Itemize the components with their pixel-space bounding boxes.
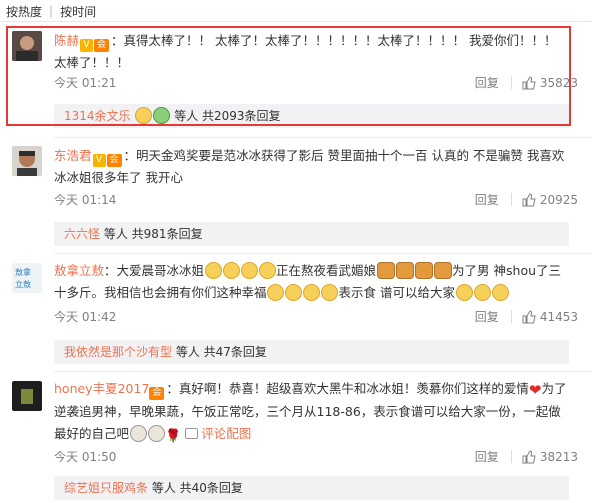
verified-badge-icon: V [92, 154, 106, 167]
avatar-image-icon [12, 146, 42, 176]
avatar[interactable] [12, 381, 42, 411]
emoji-icon [303, 284, 321, 301]
like-count: 41453 [539, 309, 578, 324]
svg-text:立敖: 立敖 [15, 279, 31, 289]
heart-icon: ❤ [528, 381, 542, 399]
comment-actions: 回复 20925 [475, 191, 578, 208]
comment-text: 东浩君 V 会：明天金鸡奖要是范冰冰获得了影后 赞里面抽十个一百 认真的 不是骗赞 … [54, 145, 569, 188]
emoji-icon [204, 262, 222, 279]
avatar[interactable]: 敖拿 立敖 [12, 263, 42, 293]
like-count: 38213 [539, 449, 578, 464]
image-icon [185, 428, 199, 439]
sub-reply-summary: 等人 共981条回复 [103, 227, 203, 241]
comment-username[interactable]: 东浩君 [54, 148, 92, 163]
sub-reply-summary: 等人 共40条回复 [151, 481, 243, 495]
like-count: 20925 [539, 192, 578, 207]
emoji-icon [491, 284, 509, 301]
comment-text: honey丰夏2017 会：真好啊！恭喜！超级喜欢大黑牛和冰冰姐！羡慕你们这样的爱… [54, 378, 569, 448]
comment-time: 今天 01:14 [54, 193, 117, 207]
dog-emoji-icon [376, 262, 395, 279]
comment-body-part: 表示食 谱可以给大家 [338, 285, 455, 300]
sub-reply-users[interactable]: 综艺姐只服鸡条 [64, 481, 148, 495]
svg-text:敖拿: 敖拿 [15, 267, 31, 277]
vip-badge-icon: 会 [149, 387, 165, 400]
emoji-icon [222, 262, 240, 279]
comment-text: 敖拿立敖：大爱晨哥冰冰姐 正在熬夜看武媚娘 为了男 神shou了三十多斤。我相信也会… [54, 260, 569, 304]
sub-reply-users[interactable]: 六六怪 [64, 227, 100, 241]
comment-time: 今天 01:50 [54, 450, 117, 464]
avatar-image-icon: 敖拿立敖 [12, 263, 42, 293]
sub-replies[interactable]: 我依然是那个沙有型 等人 共47条回复 [54, 340, 569, 364]
comment-actions: 回复 41453 [475, 308, 578, 325]
emoji-icon [267, 284, 285, 301]
emoji-icon [240, 262, 258, 279]
dog-emoji-icon [395, 262, 414, 279]
comment-image-link[interactable]: 评论配图 [201, 426, 251, 441]
comment-separator [54, 371, 592, 372]
reply-button[interactable]: 回复 [475, 191, 499, 208]
face-emoji-icon [147, 425, 165, 442]
like-thumb-icon[interactable] [522, 192, 536, 207]
comment-body: ：明天金鸡奖要是范冰冰获得了影后 赞里面抽十个一百 认真的 不是骗赞 我喜欢冰冰… [54, 148, 565, 185]
dog-emoji-icon [433, 262, 452, 279]
sort-bar: 按热度 | 按时间 [0, 0, 592, 22]
rose-icon: 🌹 [165, 429, 182, 444]
comment-body-part: ：大爱晨哥冰冰姐 [104, 263, 205, 278]
sub-reply-users[interactable]: 我依然是那个沙有型 [64, 345, 172, 359]
action-divider [510, 450, 512, 463]
action-divider [510, 310, 512, 323]
like-thumb-icon[interactable] [522, 449, 536, 464]
sub-reply-summary: 等人 共47条回复 [175, 345, 267, 359]
comment-time: 今天 01:42 [54, 310, 117, 324]
emoji-icon [285, 284, 303, 301]
divider [0, 21, 592, 22]
sort-time-tab[interactable]: 按时间 [60, 3, 96, 20]
comment-separator [54, 137, 592, 138]
comment-username[interactable]: honey丰夏2017 [54, 381, 149, 396]
emoji-icon [258, 262, 276, 279]
dog-emoji-icon [414, 262, 433, 279]
reply-button[interactable]: 回复 [475, 308, 499, 325]
comment-actions: 回复 38213 [475, 448, 578, 465]
emoji-icon [321, 284, 339, 301]
avatar[interactable] [12, 146, 42, 176]
sort-hot-tab[interactable]: 按热度 [6, 3, 42, 20]
vip-badge-icon: 会 [106, 154, 122, 167]
comment-separator [54, 253, 592, 254]
comment-username[interactable]: 敖拿立敖 [54, 263, 104, 278]
emoji-icon [473, 284, 491, 301]
highlight-frame [6, 26, 571, 126]
action-divider [510, 193, 512, 206]
reply-button[interactable]: 回复 [475, 448, 499, 465]
sort-separator: | [49, 4, 54, 18]
comment-body-part: ：真好啊！恭喜！超级喜欢大黑牛和冰冰姐！羡慕你们这样的爱情 [166, 381, 529, 396]
emoji-icon [455, 284, 473, 301]
avatar-image-icon [12, 381, 42, 411]
sub-replies[interactable]: 六六怪 等人 共981条回复 [54, 222, 569, 246]
like-thumb-icon[interactable] [522, 309, 536, 324]
face-emoji-icon [129, 425, 147, 442]
sub-replies[interactable]: 综艺姐只服鸡条 等人 共40条回复 [54, 476, 569, 500]
comment-body-part: 正在熬夜看武媚娘 [276, 263, 377, 278]
